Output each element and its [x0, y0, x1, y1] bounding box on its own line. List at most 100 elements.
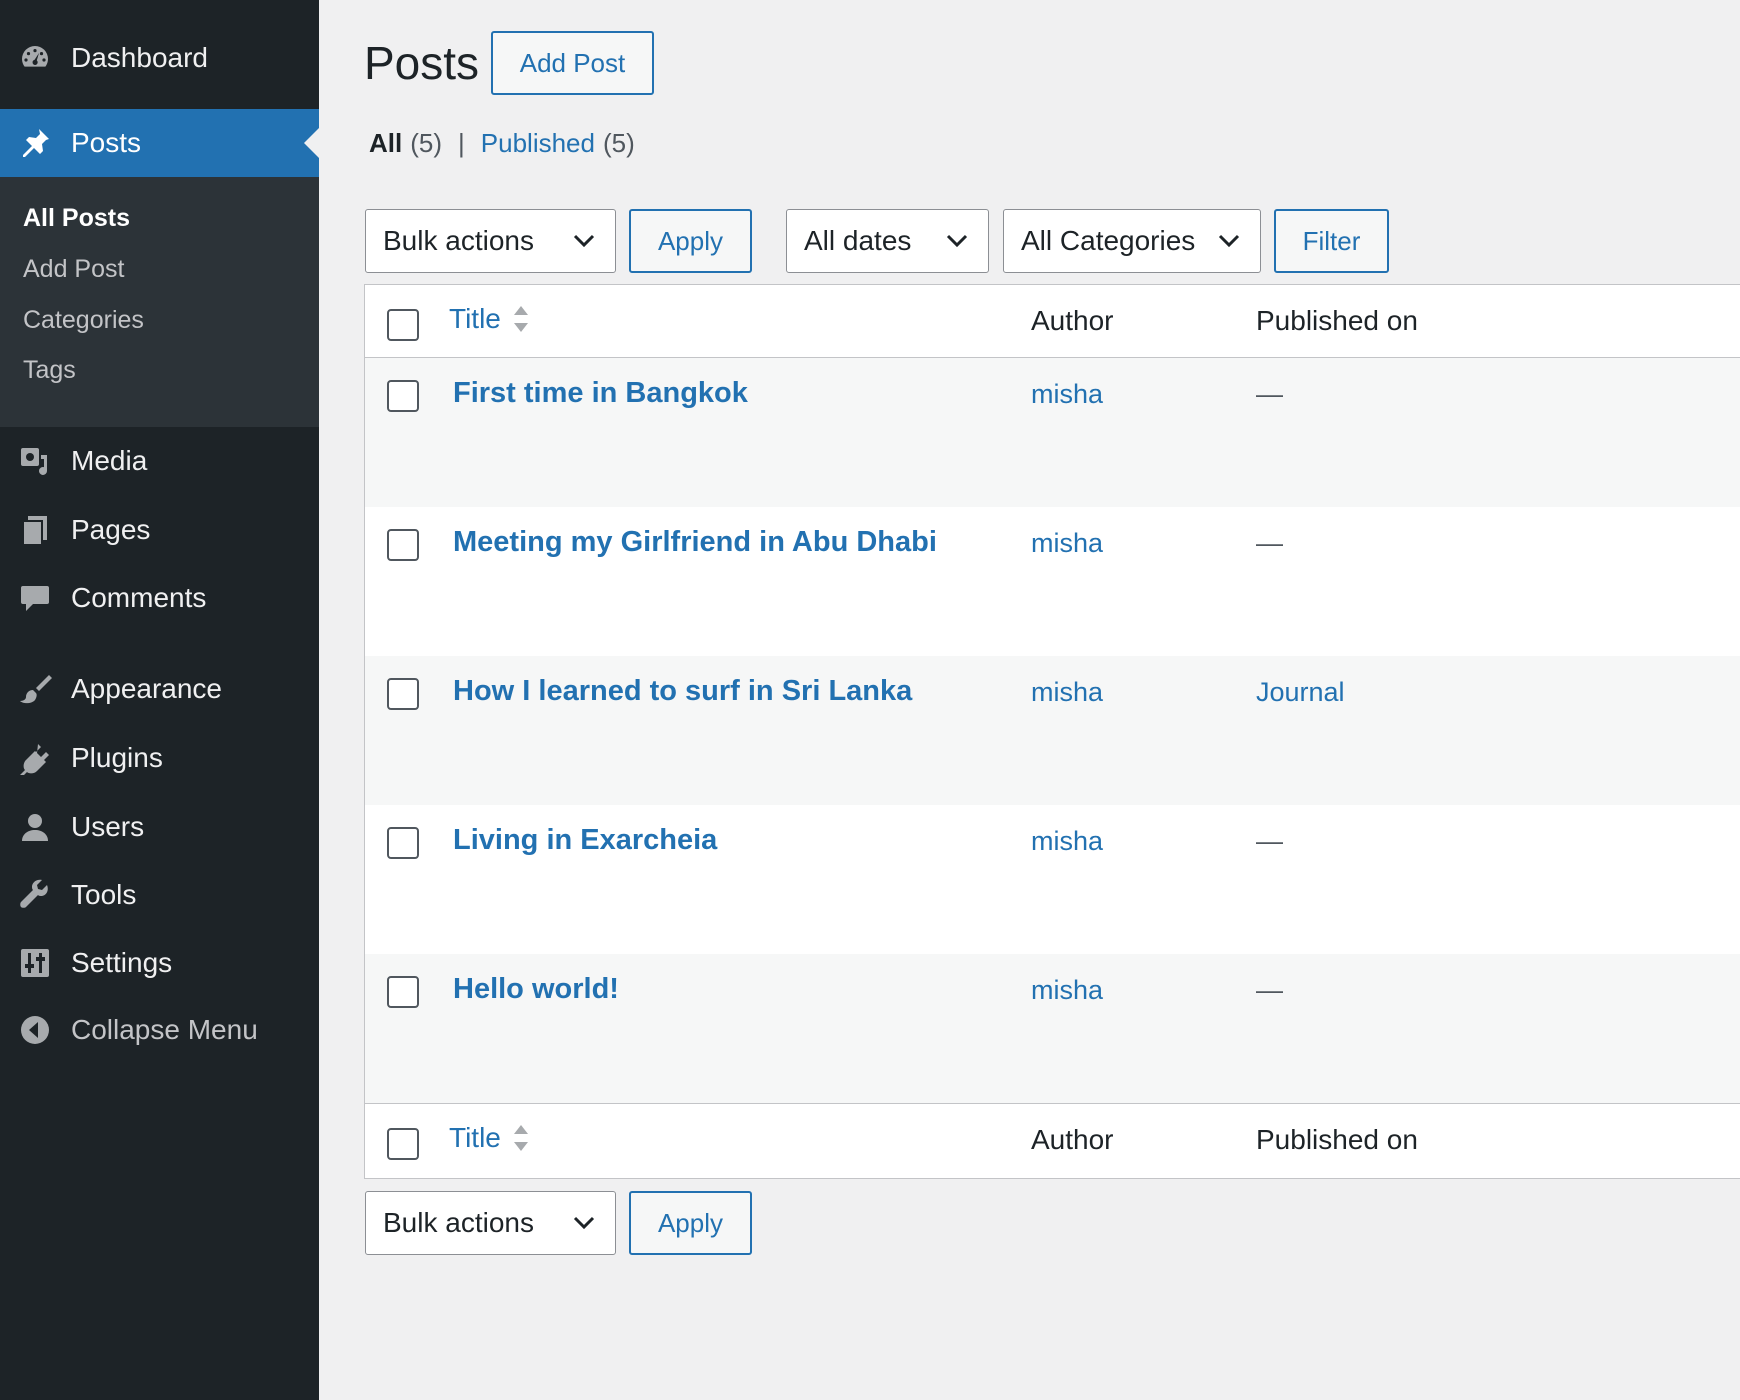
sidebar-item-users[interactable]: Users — [0, 798, 319, 856]
table-row: How I learned to surf in Sri Lanka misha… — [365, 656, 1740, 805]
title-column-label: Title — [449, 1122, 501, 1153]
sidebar-item-tools[interactable]: Tools — [0, 866, 319, 924]
post-author-link[interactable]: misha — [1031, 379, 1103, 410]
sidebar-item-label: Settings — [71, 947, 173, 978]
sidebar-item-label: Comments — [71, 582, 207, 613]
view-all-count: (5) — [410, 128, 443, 158]
comment-icon — [18, 581, 52, 615]
published-on-column-header: Published on — [1256, 305, 1418, 336]
post-author-link[interactable]: misha — [1031, 677, 1103, 708]
paintbrush-icon — [18, 672, 52, 706]
post-title-link[interactable]: How I learned to surf in Sri Lanka — [453, 675, 912, 708]
bulk-actions-select-bottom[interactable]: Bulk actions — [365, 1191, 616, 1255]
pushpin-icon — [18, 126, 52, 160]
title-column-label: Title — [449, 303, 501, 334]
apply-button-bottom[interactable]: Apply — [629, 1191, 752, 1255]
row-checkbox[interactable] — [387, 976, 419, 1008]
post-title-link[interactable]: First time in Bangkok — [453, 377, 748, 410]
sidebar-item-appearance[interactable]: Appearance — [0, 660, 319, 718]
sidebar-item-label: Posts — [71, 127, 142, 158]
apply-button-top[interactable]: Apply — [629, 209, 752, 273]
table-row: Living in Exarcheia misha — — [365, 805, 1740, 954]
bulk-actions-value: Bulk actions — [383, 1207, 534, 1238]
post-published-on: — — [1256, 975, 1283, 1005]
row-checkbox[interactable] — [387, 529, 419, 561]
sidebar-item-label: Collapse Menu — [71, 1014, 258, 1045]
author-column-footer: Author — [1031, 1124, 1114, 1155]
pages-icon — [18, 513, 52, 547]
sidebar-collapse-menu[interactable]: Collapse Menu — [0, 1001, 319, 1059]
title-column-footer[interactable]: Title — [449, 1122, 529, 1154]
settings-sliders-icon — [18, 946, 52, 980]
post-author-link[interactable]: misha — [1031, 975, 1103, 1006]
wrench-icon — [18, 878, 52, 912]
bulk-actions-select-top[interactable]: Bulk actions — [365, 209, 616, 273]
sidebar-item-label: Tools — [71, 879, 137, 910]
row-checkbox[interactable] — [387, 827, 419, 859]
post-title-link[interactable]: Meeting my Girlfriend in Abu Dhabi — [453, 526, 937, 559]
post-title-link[interactable]: Living in Exarcheia — [453, 824, 717, 857]
row-checkbox[interactable] — [387, 678, 419, 710]
title-column-header[interactable]: Title — [449, 303, 529, 335]
sidebar-item-label: Dashboard — [71, 42, 208, 73]
table-row: Meeting my Girlfriend in Abu Dhabi misha… — [365, 507, 1740, 656]
sidebar-item-label: Plugins — [71, 742, 163, 773]
admin-sidebar: Dashboard Posts All Posts Add Post Categ… — [0, 0, 319, 1400]
sidebar-item-label: Pages — [71, 514, 151, 545]
user-icon — [18, 810, 52, 844]
post-category-link[interactable]: Journal — [1256, 677, 1345, 708]
sidebar-item-settings[interactable]: Settings — [0, 934, 319, 992]
select-all-checkbox[interactable] — [387, 309, 419, 341]
post-author-link[interactable]: misha — [1031, 528, 1103, 559]
post-published-on: — — [1256, 379, 1283, 409]
submenu-item-tags[interactable]: Tags — [23, 356, 76, 385]
categories-filter-select[interactable]: All Categories — [1003, 209, 1261, 273]
sidebar-item-dashboard[interactable]: Dashboard — [0, 29, 319, 87]
published-on-column-footer: Published on — [1256, 1124, 1418, 1155]
collapse-arrow-icon — [18, 1013, 52, 1047]
post-published-on: — — [1256, 528, 1283, 558]
sort-indicator-icon — [513, 1125, 528, 1151]
bulk-actions-value: Bulk actions — [383, 225, 534, 256]
plugin-icon — [18, 741, 52, 775]
sidebar-item-comments[interactable]: Comments — [0, 569, 319, 627]
post-title-link[interactable]: Hello world! — [453, 973, 619, 1006]
filter-button[interactable]: Filter — [1274, 209, 1389, 273]
select-all-checkbox-footer[interactable] — [387, 1128, 419, 1160]
chevron-down-icon — [573, 234, 595, 248]
post-author-link[interactable]: misha — [1031, 826, 1103, 857]
dates-filter-value: All dates — [804, 225, 912, 256]
table-row: Hello world! misha — — [365, 954, 1740, 1103]
post-published-on: — — [1256, 826, 1283, 856]
chevron-down-icon — [573, 1216, 595, 1230]
add-post-button[interactable]: Add Post — [491, 31, 654, 95]
submenu-item-all-posts[interactable]: All Posts — [23, 204, 130, 233]
sidebar-item-label: Users — [71, 811, 145, 842]
sidebar-item-label: Media — [71, 445, 148, 476]
post-status-views: All (5) | Published (5) — [369, 128, 635, 159]
page-title: Posts — [364, 37, 480, 89]
dashboard-icon — [18, 41, 52, 75]
posts-submenu: All Posts Add Post Categories Tags — [0, 177, 319, 427]
chevron-down-icon — [946, 234, 968, 248]
author-column-header: Author — [1031, 305, 1114, 336]
view-published-link[interactable]: Published — [481, 128, 595, 159]
sidebar-item-media[interactable]: Media — [0, 432, 319, 490]
dates-filter-select[interactable]: All dates — [786, 209, 989, 273]
sidebar-item-plugins[interactable]: Plugins — [0, 729, 319, 787]
submenu-item-categories[interactable]: Categories — [23, 306, 144, 335]
media-icon — [18, 444, 52, 478]
table-footer-row: Title Author Published on — [365, 1103, 1740, 1176]
posts-table: Title Author Published on First time in … — [364, 284, 1740, 1179]
sidebar-item-label: Appearance — [71, 673, 223, 704]
table-row: First time in Bangkok misha — — [365, 358, 1740, 507]
row-checkbox[interactable] — [387, 380, 419, 412]
view-separator: | — [458, 128, 465, 158]
view-published-count: (5) — [602, 128, 635, 158]
chevron-down-icon — [1218, 234, 1240, 248]
sidebar-item-pages[interactable]: Pages — [0, 501, 319, 559]
table-header-row: Title Author Published on — [365, 285, 1740, 358]
view-all-link[interactable]: All — [369, 128, 402, 159]
sidebar-item-posts[interactable]: Posts — [0, 109, 319, 177]
submenu-item-add-post[interactable]: Add Post — [23, 255, 124, 284]
